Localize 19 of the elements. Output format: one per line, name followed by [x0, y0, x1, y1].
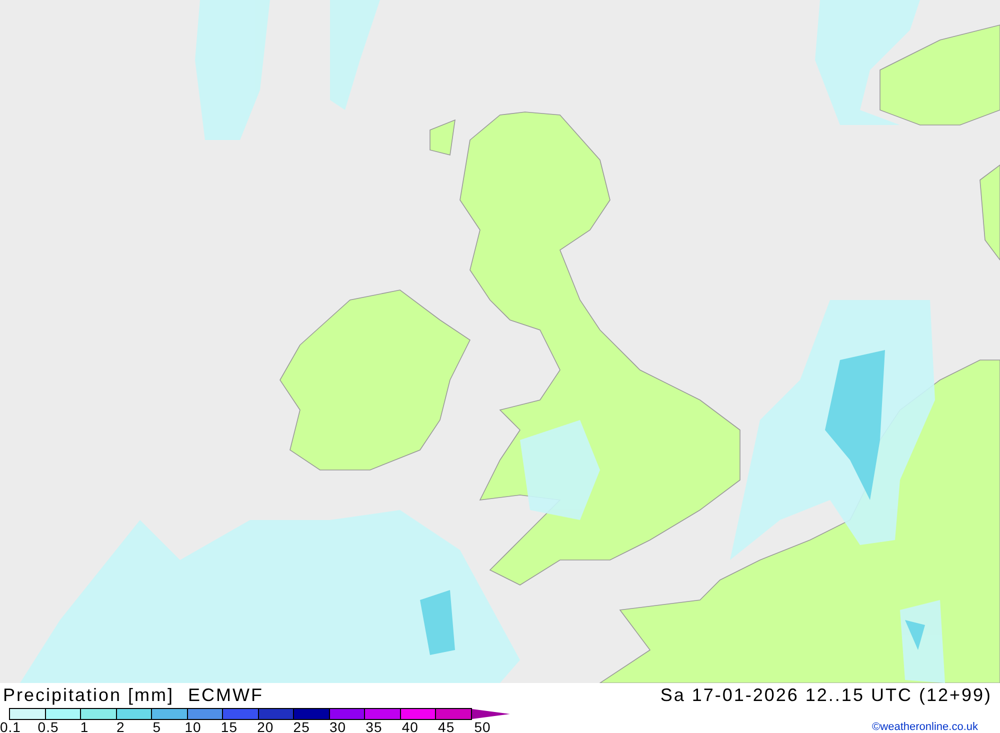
credit-link[interactable]: ©weatheronline.co.uk	[872, 720, 978, 733]
legend-tick-label: 35	[364, 720, 384, 733]
legend-tick-label: 5	[152, 720, 162, 733]
legend-tick-label: 2	[116, 720, 126, 733]
legend-tick-label: 10	[184, 720, 202, 733]
scale-arrow-icon	[472, 708, 510, 718]
legend-tick-label: 50	[473, 720, 492, 733]
legend-tick-label: 45	[437, 720, 456, 733]
valid-time: Sa 17-01-2026 12..15 UTC (12+99)	[660, 684, 992, 707]
legend-tick-label: 15	[220, 720, 238, 733]
legend-title: Precipitation [mm]	[3, 684, 174, 707]
legend-tick-label: 20	[256, 720, 275, 733]
legend-tick-label: 1	[79, 720, 90, 733]
model-name: ECMWF	[188, 684, 264, 707]
legend-tick-label: 0.5	[36, 720, 60, 733]
legend-tick-label: 0.1	[0, 720, 22, 733]
legend-tick-label: 40	[400, 720, 420, 733]
legend-tick-label: 25	[292, 720, 311, 733]
legend-tick-label: 30	[328, 720, 348, 733]
